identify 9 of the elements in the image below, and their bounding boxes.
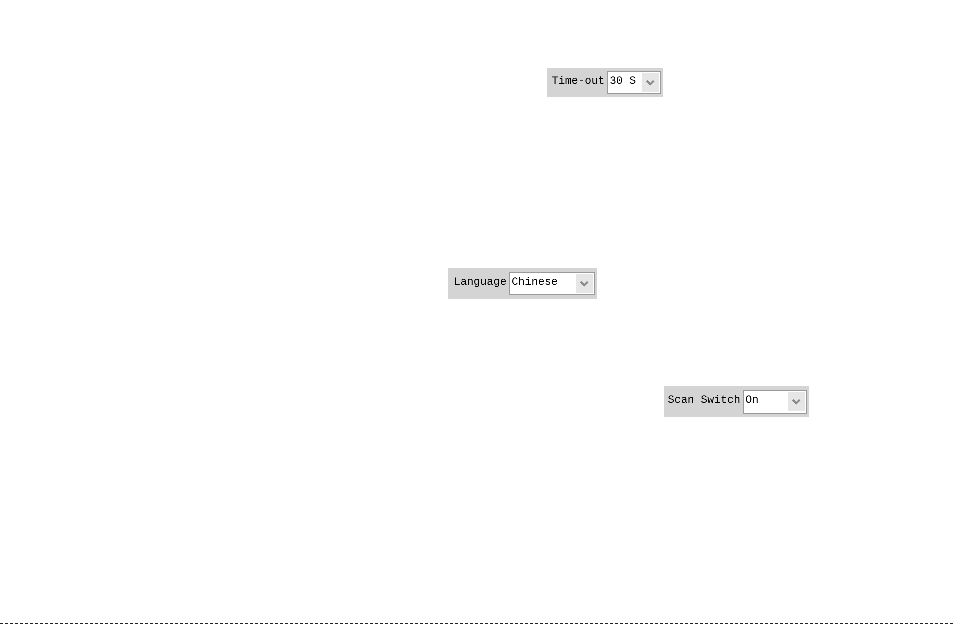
dropdown[interactable]: Chinese xyxy=(508,272,595,295)
dropdown[interactable]: 30 S xyxy=(606,71,661,94)
setting-label: Time-out xyxy=(552,77,605,88)
chevron-down-icon[interactable] xyxy=(642,73,659,92)
chevron-down-icon[interactable] xyxy=(576,274,593,293)
setting-label: Scan Switch xyxy=(668,396,741,407)
setting-label: Language xyxy=(454,278,507,289)
dropdown[interactable]: On xyxy=(742,390,807,414)
chevron-down-icon[interactable] xyxy=(788,392,805,411)
